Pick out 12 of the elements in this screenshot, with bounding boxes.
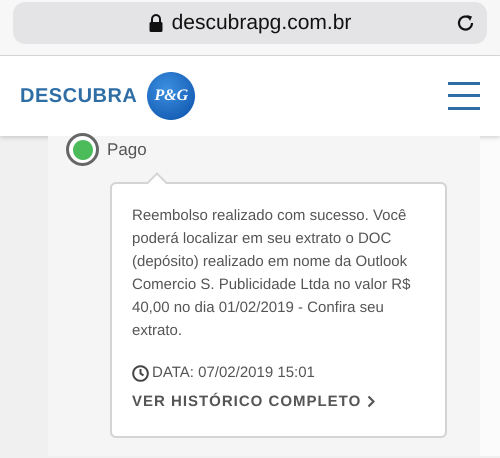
history-link[interactable]: VER HISTÓRICO COMPLETO [132,390,376,413]
lock-icon [148,14,163,32]
date-text: DATA: 07/02/2019 15:01 [152,363,315,383]
brand-text: DESCUBRA [20,84,138,109]
menu-icon[interactable] [448,81,480,111]
address-bar[interactable]: descubrapg.com.br [13,2,487,44]
url-text: descubrapg.com.br [172,10,352,36]
clock-icon [132,364,149,382]
logo-badge[interactable]: P&G [147,72,196,120]
message-text: Reembolso realizado com sucesso. Você poderá localizar em seu extrato o DOC (depósito) realizado em nome da Outlook Comercio S. Publicidade Ltda no valor R$ 40,00 no dia 01/02/2019 - Confira seu extrato. [132,206,412,341]
status-label: Pago [107,138,147,161]
chevron-icon [367,395,376,408]
